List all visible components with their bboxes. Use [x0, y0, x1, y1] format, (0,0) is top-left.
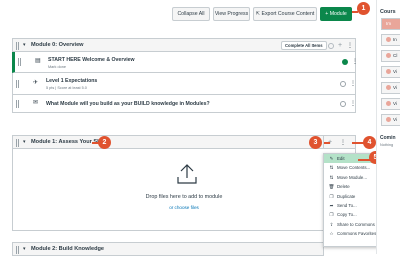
upload-icon: [177, 164, 197, 184]
list-item[interactable]: ▤ START HERE Welcome & Overview Mark don…: [12, 52, 358, 73]
discussion-icon: ✉: [33, 100, 39, 106]
menu-item-commons-favorites[interactable]: ☆ Commons Favorites: [324, 229, 380, 238]
menu-item-move-module[interactable]: ⇅ Move Module...: [324, 173, 380, 182]
sidebar-button[interactable]: Cl: [381, 50, 400, 62]
incomplete-icon: [340, 81, 346, 87]
callout-line: [358, 159, 370, 161]
drag-handle-icon[interactable]: [16, 100, 20, 108]
kebab-menu-icon[interactable]: ⋮: [347, 43, 353, 49]
sidebar-button[interactable]: Vi: [381, 98, 400, 110]
callout-2: 2: [98, 136, 111, 149]
kebab-menu-icon[interactable]: ⋮: [352, 59, 358, 65]
copy-icon: ❐: [329, 212, 334, 218]
callout-1: 1: [357, 2, 370, 15]
sidebar-button[interactable]: Vi: [381, 114, 400, 126]
coming-up-text: Nothing: [380, 143, 394, 147]
sidebar-button-icon: [386, 117, 391, 123]
requirement-badge: Complete All Items: [281, 41, 327, 50]
export-course-content-button[interactable]: ⇱ Export Course Content: [253, 7, 317, 21]
sidebar-button-icon: [386, 85, 391, 91]
sidebar-button[interactable]: Vi: [381, 82, 400, 94]
add-item-icon[interactable]: +: [338, 42, 342, 49]
item-title[interactable]: What Module will you build as your BUILD…: [46, 101, 210, 107]
module-options-menu: ✎ Edit ⇅ Move Contents... ⇅ Move Module... …: [323, 153, 381, 247]
callout-3: 3: [309, 136, 322, 149]
move-icon: ⇅: [329, 174, 334, 180]
course-sidebar: Cours Im In Cl Vi Vi Vi Vi Comin Nothing: [376, 0, 400, 254]
send-icon: ➦: [329, 203, 334, 208]
file-drop-zone[interactable]: Drop files here to add to module or choo…: [12, 149, 356, 231]
module-header[interactable]: ▾ Module 0: Overview Complete All Items …: [12, 38, 356, 52]
drag-handle-icon[interactable]: [18, 58, 22, 66]
coming-up-heading: Comin: [380, 135, 396, 141]
menu-item-duplicate[interactable]: ❐ Duplicate: [324, 192, 380, 201]
menu-item-delete[interactable]: 🗑 Delete: [324, 182, 380, 191]
copy-icon: ❐: [329, 193, 334, 199]
module-title: Module 0: Overview: [31, 42, 84, 48]
kebab-menu-icon[interactable]: ⋮: [350, 101, 356, 107]
module-title: Module 2: Build Knowledge: [31, 246, 105, 252]
callout-line: [324, 142, 330, 144]
menu-item-copy-to[interactable]: ❐ Copy To...: [324, 210, 380, 219]
item-title[interactable]: START HERE Welcome & Overview: [48, 57, 135, 63]
drop-zone-text: Drop files here to add to module: [145, 194, 223, 200]
menu-item-send-to[interactable]: ➦ Send To...: [324, 201, 380, 210]
add-module-button[interactable]: + Module: [320, 7, 352, 21]
sidebar-button-icon: [386, 37, 391, 43]
sidebar-button-icon: [386, 101, 391, 107]
status-icon: [328, 42, 334, 49]
sidebar-button-icon: [386, 69, 391, 75]
kebab-menu-icon[interactable]: ⋮: [340, 140, 346, 146]
module-header[interactable]: ▾ Module 1: Assess Your Skills: [12, 135, 324, 149]
sidebar-button[interactable]: Im: [381, 18, 400, 30]
assignment-icon: ✈: [33, 80, 39, 86]
pencil-icon: ✎: [329, 156, 334, 161]
item-requirement: Mark done: [48, 65, 66, 69]
move-icon: ⇅: [329, 165, 334, 171]
kebab-menu-icon[interactable]: ⋮: [350, 81, 356, 87]
collapse-all-button[interactable]: Collapse All: [172, 7, 210, 21]
share-icon: ⇪: [329, 221, 334, 227]
menu-item-share-to-commons[interactable]: ⇪ Share to Commons: [324, 220, 380, 229]
list-item[interactable]: ✉ What Module will you build as your BUI…: [12, 95, 356, 113]
item-requirement: 5 pts | Score at least 5.0: [46, 86, 87, 90]
caret-down-icon[interactable]: ▾: [23, 246, 26, 252]
incomplete-icon: [340, 101, 346, 107]
sidebar-button-icon: [386, 53, 391, 59]
drag-handle-icon[interactable]: [16, 42, 20, 50]
item-title[interactable]: Level 1 Expectations: [46, 78, 97, 84]
choose-files-link[interactable]: or choose files: [13, 205, 355, 210]
callout-4: 4: [363, 136, 376, 149]
sidebar-button[interactable]: In: [381, 34, 400, 46]
view-progress-button[interactable]: View Progress: [213, 7, 250, 21]
star-icon: ☆: [329, 231, 334, 237]
sidebar-button[interactable]: Vi: [381, 66, 400, 78]
trash-icon: 🗑: [328, 184, 335, 190]
drag-handle-icon[interactable]: [16, 80, 20, 88]
sidebar-heading: Cours: [380, 9, 396, 15]
menu-item-move-contents[interactable]: ⇅ Move Contents...: [324, 163, 380, 172]
drag-handle-icon[interactable]: [16, 139, 20, 147]
complete-check-icon: [342, 59, 348, 65]
list-item[interactable]: ✈ Level 1 Expectations 5 pts | Score at …: [12, 73, 356, 95]
page-icon: ▤: [35, 58, 41, 64]
caret-down-icon[interactable]: ▾: [23, 139, 26, 145]
caret-down-icon[interactable]: ▾: [23, 42, 26, 48]
drag-handle-icon[interactable]: [16, 246, 20, 254]
